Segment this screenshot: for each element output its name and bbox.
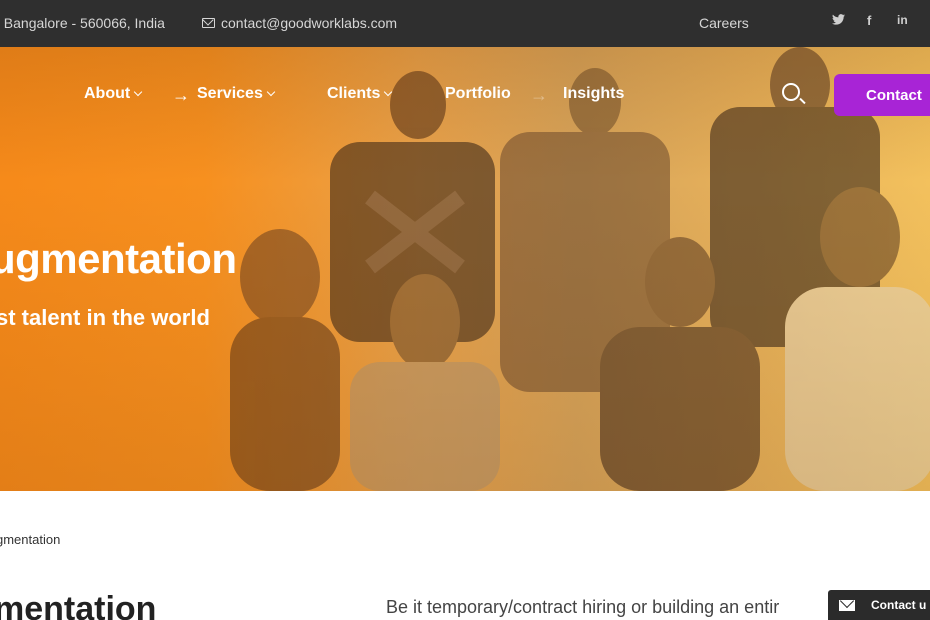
section-title: mentation [0,590,157,620]
address-text: , Bangalore - 560066, India [0,15,165,31]
facebook-icon[interactable]: f [867,13,871,28]
chevron-down-icon [384,87,393,97]
nav-services-label: Services [197,85,263,102]
intro-paragraph: Be it temporary/contract hiring or build… [386,597,780,617]
nav-portfolio[interactable]: Portfolio [445,85,511,103]
careers-link[interactable]: Careers [699,15,749,31]
nav-about[interactable]: About [84,85,143,103]
nav-insights[interactable]: Insights [563,85,624,103]
arrow-right-icon: → [530,85,548,105]
breadcrumb: gmentation [0,532,61,547]
top-info-bar: , Bangalore - 560066, India contact@good… [0,0,930,47]
contact-us-label: Contact u [871,598,927,612]
contact-button[interactable]: Contact [834,74,930,116]
contact-us-widget[interactable]: Contact u [828,590,930,620]
nav-clients-label: Clients [327,85,381,102]
email-text: contact@goodworklabs.com [221,15,398,31]
envelope-icon [839,600,855,611]
envelope-icon [202,18,215,28]
hero-subtitle: st talent in the world [0,305,210,330]
twitter-icon[interactable] [832,13,845,28]
hero-title: ugmentation [0,235,237,282]
hero-banner: About → Services Clients Portfolio → Ins… [0,47,930,491]
nav-about-label: About [84,85,131,102]
email-link[interactable]: contact@goodworklabs.com [202,15,397,31]
arrow-right-icon: → [172,85,190,105]
chevron-down-icon [266,87,276,97]
search-icon[interactable] [782,83,800,101]
nav-services[interactable]: Services [197,85,276,103]
linkedin-icon[interactable]: in [897,13,908,27]
chevron-down-icon [133,87,143,97]
nav-clients[interactable]: Clients [327,85,393,103]
